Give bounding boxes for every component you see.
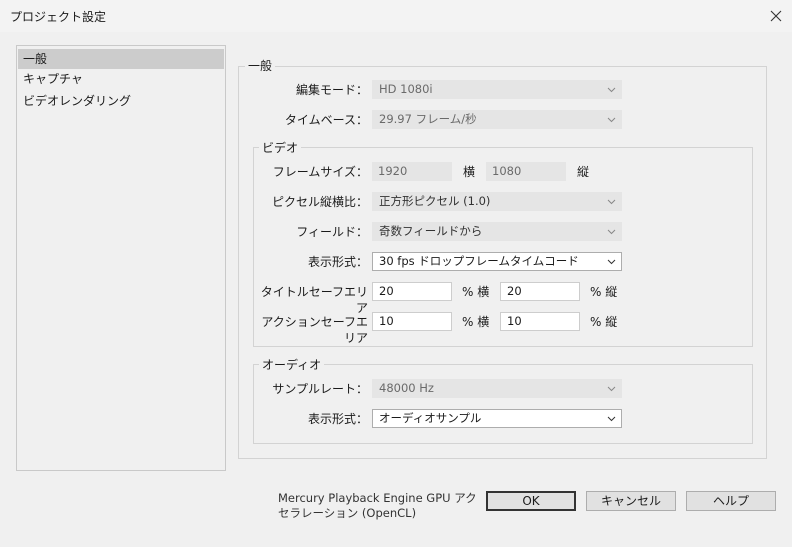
action-safe-h-unit: % 横	[462, 315, 490, 329]
title-safe-v-unit: % 縦	[590, 285, 618, 299]
help-button[interactable]: ヘルプ	[686, 491, 776, 511]
chevron-down-icon	[607, 229, 616, 235]
frame-size-label: フレームサイズ：	[272, 165, 368, 179]
fields-value: 奇数フィールドから	[379, 224, 483, 238]
sidebar-item-label: キャプチャ	[23, 72, 83, 86]
video-display-format-select[interactable]: 30 fps ドロップフレームタイムコード	[372, 252, 622, 271]
renderer-note: Mercury Playback Engine GPU アクセラレーション (O…	[278, 491, 477, 520]
frame-height-field[interactable]: 1080	[486, 162, 566, 181]
sidebar-item-capture[interactable]: キャプチャ	[18, 69, 224, 89]
audio-group	[253, 364, 753, 444]
cancel-button[interactable]: キャンセル	[586, 491, 676, 511]
chevron-down-icon	[607, 117, 616, 123]
title-safe-h-field[interactable]: 20	[372, 282, 452, 301]
edit-mode-value: HD 1080i	[379, 82, 433, 96]
pixel-aspect-value: 正方形ピクセル (1.0)	[379, 194, 491, 208]
audio-display-format-value: オーディオサンプル	[379, 411, 482, 425]
window-title: プロジェクト設定	[10, 10, 107, 24]
action-safe-v-field[interactable]: 10	[500, 312, 580, 331]
action-safe-h-value: 10	[379, 314, 394, 328]
action-safe-h-field[interactable]: 10	[372, 312, 452, 331]
sample-rate-value: 48000 Hz	[379, 381, 434, 395]
settings-category-list: 一般 キャプチャ ビデオレンダリング	[16, 45, 226, 471]
edit-mode-select[interactable]: HD 1080i	[372, 80, 622, 99]
title-safe-v-value: 20	[507, 284, 522, 298]
action-safe-label: アクションセーフエリア	[261, 315, 368, 345]
timebase-select[interactable]: 29.97 フレーム/秒	[372, 110, 622, 129]
general-group-label: 一般	[245, 59, 276, 73]
frame-width-value: 1920	[378, 164, 408, 178]
sidebar-item-general[interactable]: 一般	[18, 49, 224, 69]
sidebar-item-video-rendering[interactable]: ビデオレンダリング	[18, 91, 224, 111]
title-safe-v-field[interactable]: 20	[500, 282, 580, 301]
close-icon	[770, 10, 782, 22]
timebase-value: 29.97 フレーム/秒	[379, 112, 477, 126]
frame-height-value: 1080	[492, 164, 522, 178]
sample-rate-select[interactable]: 48000 Hz	[372, 379, 622, 398]
timebase-label: タイムベース：	[284, 113, 368, 127]
chevron-down-icon	[607, 386, 616, 392]
chevron-down-icon	[607, 199, 616, 205]
sidebar-item-label: 一般	[23, 52, 48, 66]
pixel-aspect-select[interactable]: 正方形ピクセル (1.0)	[372, 192, 622, 211]
sidebar-item-label: ビデオレンダリング	[23, 94, 132, 108]
pixel-aspect-label: ピクセル縦横比：	[271, 195, 368, 209]
audio-display-format-label: 表示形式：	[307, 412, 368, 426]
video-group-label: ビデオ	[259, 141, 302, 155]
video-display-format-label: 表示形式：	[307, 255, 368, 269]
chevron-down-icon	[607, 87, 616, 93]
action-safe-v-unit: % 縦	[590, 315, 618, 329]
frame-width-unit: 横	[463, 165, 476, 179]
close-button[interactable]	[764, 4, 788, 28]
title-bar: プロジェクト設定	[0, 0, 792, 32]
title-safe-h-unit: % 横	[462, 285, 490, 299]
edit-mode-label: 編集モード：	[295, 83, 368, 97]
chevron-down-icon	[607, 259, 616, 265]
action-safe-v-value: 10	[507, 314, 522, 328]
audio-group-label: オーディオ	[259, 358, 325, 372]
audio-display-format-select[interactable]: オーディオサンプル	[372, 409, 622, 428]
fields-label: フィールド：	[296, 225, 368, 239]
frame-width-field[interactable]: 1920	[372, 162, 452, 181]
chevron-down-icon	[607, 416, 616, 422]
frame-height-unit: 縦	[577, 165, 590, 179]
sample-rate-label: サンプルレート：	[272, 382, 368, 396]
video-display-format-value: 30 fps ドロップフレームタイムコード	[379, 254, 579, 268]
ok-button[interactable]: OK	[486, 491, 576, 511]
title-safe-label: タイトルセーフエリア	[260, 285, 368, 315]
fields-select[interactable]: 奇数フィールドから	[372, 222, 622, 241]
title-safe-h-value: 20	[379, 284, 394, 298]
